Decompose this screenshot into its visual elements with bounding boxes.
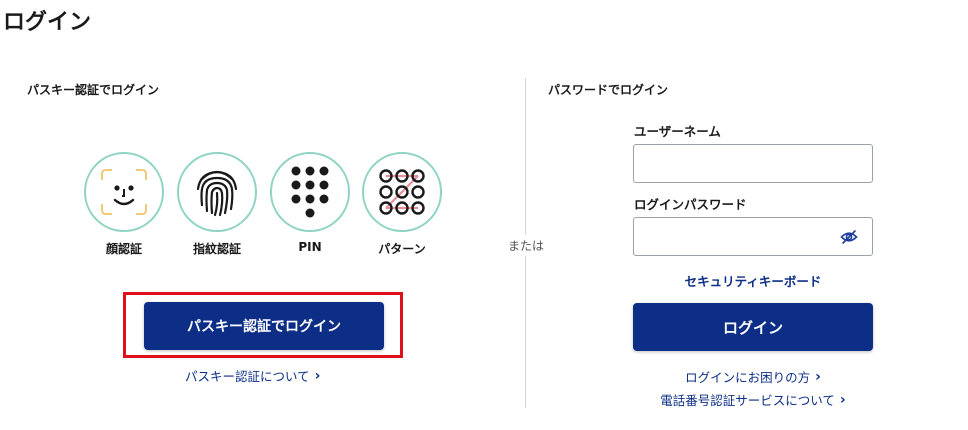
method-pin: PIN <box>270 152 350 254</box>
password-section-title: パスワードでログイン <box>548 83 669 97</box>
method-label-face: 顔認証 <box>105 242 142 256</box>
method-face: 顔認証 <box>84 152 164 257</box>
password-login-button[interactable]: ログイン <box>633 303 873 351</box>
page-title: ログイン <box>3 10 92 35</box>
face-recognition-icon <box>84 152 164 232</box>
passkey-about-link[interactable]: パスキー認証について › <box>185 366 320 385</box>
trouble-link-wrap: ログインにお困りの方 › <box>633 367 873 386</box>
login-trouble-link-label: ログインにお困りの方 <box>685 370 811 385</box>
method-pattern: パターン <box>362 152 442 257</box>
or-separator: または <box>500 235 552 256</box>
passkey-about-link-wrap: パスキー認証について › <box>185 366 320 385</box>
pin-keypad-icon <box>270 152 350 232</box>
chevron-right-icon: › <box>839 391 846 408</box>
passkey-about-link-label: パスキー認証について <box>185 369 310 384</box>
security-keyboard-wrap: セキュリティキーボード <box>633 271 873 290</box>
fingerprint-icon <box>177 152 257 232</box>
pattern-lock-icon <box>362 152 442 232</box>
method-label-pin: PIN <box>298 240 322 254</box>
method-label-pattern: パターン <box>378 242 426 256</box>
username-input[interactable] <box>633 144 873 183</box>
passkey-section-title: パスキー認証でログイン <box>27 83 160 97</box>
security-keyboard-link[interactable]: セキュリティキーボード <box>685 271 822 290</box>
method-label-fingerprint: 指紋認証 <box>192 242 241 256</box>
eye-slash-icon[interactable] <box>840 228 858 246</box>
login-trouble-link[interactable]: ログインにお困りの方 › <box>685 367 821 386</box>
username-label: ユーザーネーム <box>634 124 721 139</box>
phone-auth-link[interactable]: 電話番号認証サービスについて › <box>660 390 845 409</box>
password-input[interactable] <box>633 217 873 256</box>
chevron-right-icon: › <box>314 367 321 384</box>
passkey-login-button[interactable]: パスキー認証でログイン <box>144 302 384 350</box>
sms-link-wrap: 電話番号認証サービスについて › <box>623 390 883 409</box>
phone-auth-link-label: 電話番号認証サービスについて <box>660 393 835 408</box>
chevron-right-icon: › <box>815 368 821 385</box>
password-label: ログインパスワード <box>634 197 747 212</box>
method-fingerprint: 指紋認証 <box>177 152 257 257</box>
